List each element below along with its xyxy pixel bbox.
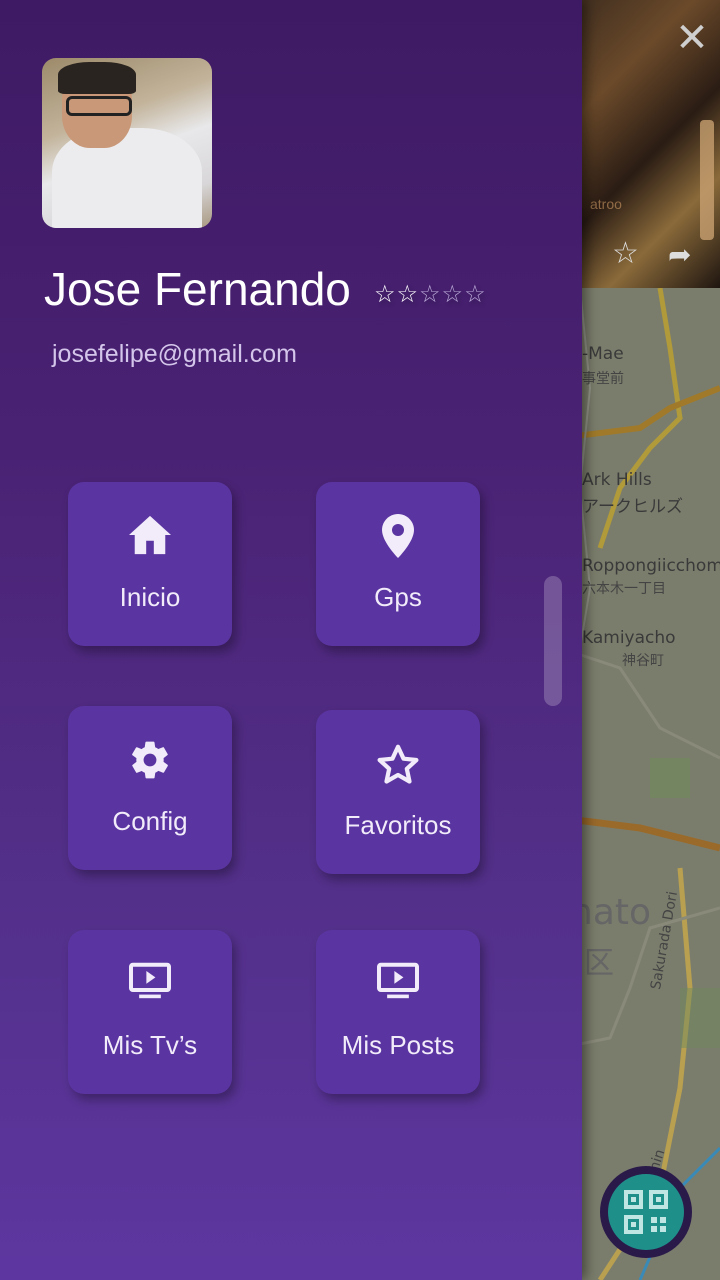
close-icon[interactable]: ✕: [672, 18, 712, 58]
menu-tile-label: Mis Posts: [341, 1030, 455, 1060]
map-label: nato: [570, 892, 652, 933]
tv-play-icon: [68, 962, 232, 1000]
menu-tile-label: Config: [112, 806, 188, 836]
avatar-photo-part: [58, 62, 136, 94]
photo-sign-text: atroo: [590, 196, 622, 212]
map-view[interactable]: -Mae 事堂前 Ark Hills アークヒルズ Roppongiicchom…: [560, 288, 720, 1280]
map-label: -Mae: [582, 344, 624, 364]
home-icon: [68, 514, 232, 556]
favorite-star-icon[interactable]: ☆: [612, 236, 639, 271]
qr-scan-button[interactable]: [600, 1166, 692, 1258]
profile-name: Jose Fernando: [44, 263, 351, 315]
menu-tile-config[interactable]: Config: [68, 706, 232, 870]
map-label: 区: [584, 946, 614, 981]
share-icon[interactable]: ➦: [668, 238, 691, 271]
rating-filled-stars: ☆☆: [374, 281, 420, 308]
drawer-scrollbar[interactable]: [544, 576, 562, 706]
avatar-photo-part: [66, 96, 132, 116]
gear-icon: [68, 738, 232, 782]
menu-tile-mis-tvs[interactable]: Mis Tv’s: [68, 930, 232, 1094]
map-label: Roppongiicchom: [582, 556, 720, 576]
map-label: 神谷町: [622, 653, 664, 669]
map-label: 六本木一丁目: [582, 581, 666, 597]
menu-tile-favoritos[interactable]: Favoritos: [316, 710, 480, 874]
avatar[interactable]: [42, 58, 212, 228]
tv-play-icon: [316, 962, 480, 1000]
menu-tile-label: Gps: [374, 582, 422, 612]
qr-code-icon: [608, 1174, 684, 1250]
menu-tile-label: Favoritos: [344, 810, 452, 840]
navigation-drawer: Jose Fernando ☆☆☆☆☆ josefelipe@gmail.com…: [0, 0, 582, 1280]
map-label: Ark Hills: [582, 470, 652, 490]
menu-tile-gps[interactable]: Gps: [316, 482, 480, 646]
photo-detail: [700, 120, 714, 240]
menu-tile-mis-posts[interactable]: Mis Posts: [316, 930, 480, 1094]
star-icon: [316, 742, 480, 788]
menu-tile-label: Mis Tv’s: [102, 1030, 198, 1060]
map-label: Kamiyacho: [582, 628, 676, 648]
map-roads: [560, 288, 720, 1280]
profile-email: josefelipe@gmail.com: [52, 340, 297, 368]
menu-tile-label: Inicio: [119, 582, 181, 612]
menu-tile-inicio[interactable]: Inicio: [68, 482, 232, 646]
rating-empty-stars: ☆☆☆: [419, 281, 487, 308]
location-pin-icon: [316, 514, 480, 558]
rating-stars: ☆☆☆☆☆: [374, 280, 487, 309]
map-label: 事堂前: [582, 371, 624, 387]
map-label: アークヒルズ: [582, 497, 683, 517]
